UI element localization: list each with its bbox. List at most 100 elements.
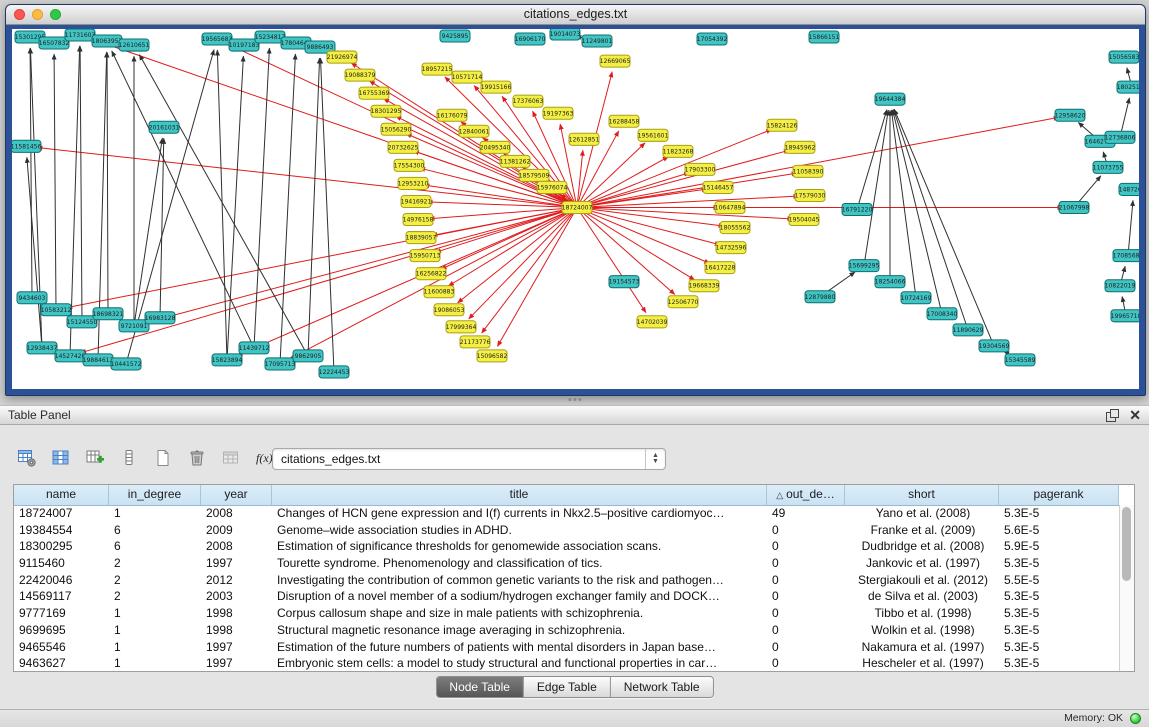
table-cell[interactable]: 22420046 (14, 572, 109, 589)
table-cell[interactable]: Yano et al. (2008) (845, 505, 999, 522)
show-columns-button[interactable] (46, 445, 76, 471)
column-header-out_de[interactable]: △out_de… (767, 485, 845, 505)
split-pane-divider[interactable] (0, 394, 1149, 405)
graph-node[interactable]: 12669065 (600, 55, 631, 67)
graph-node[interactable]: 17999364 (446, 321, 477, 333)
table-cell[interactable]: Corpus callosum shape and size in male p… (272, 605, 767, 622)
graph-node[interactable]: 10647894 (715, 201, 746, 213)
table-cell[interactable]: Genome–wide association studies in ADHD. (272, 522, 767, 539)
table-cell[interactable]: 5.3E-5 (999, 605, 1119, 622)
create-column-button[interactable] (80, 445, 110, 471)
table-cell[interactable]: 0 (767, 588, 845, 605)
delete-column-button[interactable] (182, 445, 212, 471)
table-row[interactable]: 1938455462009Genome–wide association stu… (14, 522, 1119, 539)
column-header-title[interactable]: title (272, 485, 767, 505)
table-cell[interactable]: 9463627 (14, 655, 109, 671)
graph-node[interactable]: 11823268 (663, 145, 694, 157)
table-cell[interactable]: 5.9E-5 (999, 538, 1119, 555)
table-cell[interactable]: 5.3E-5 (999, 622, 1119, 639)
graph-node[interactable]: 17376063 (513, 95, 544, 107)
table-cell[interactable]: Wolkin et al. (1998) (845, 622, 999, 639)
table-cell[interactable]: 9465546 (14, 639, 109, 656)
graph-node[interactable]: 12879880 (805, 291, 836, 303)
graph-node[interactable]: 16983128 (145, 312, 176, 324)
table-cell[interactable]: 1997 (201, 655, 272, 671)
table-cell[interactable]: 0 (767, 655, 845, 671)
graph-node[interactable]: 16906170 (515, 33, 546, 45)
graph-node[interactable]: 19014073 (550, 29, 581, 40)
table-cell[interactable]: 0 (767, 605, 845, 622)
table-cell[interactable]: 19384554 (14, 522, 109, 539)
table-cell[interactable]: 2009 (201, 522, 272, 539)
graph-node[interactable]: 11439712 (239, 342, 270, 354)
table-cell[interactable]: 6 (109, 538, 201, 555)
graph-node[interactable]: 19088379 (345, 69, 376, 81)
table-cell[interactable]: Changes of HCN gene expression and I(f) … (272, 505, 767, 522)
graph-node[interactable]: 18839057 (406, 232, 437, 244)
graph-node[interactable]: 18957215 (422, 63, 453, 75)
graph-node[interactable]: 18724007 (562, 201, 593, 213)
table-cell[interactable]: 0 (767, 572, 845, 589)
column-header-year[interactable]: year (201, 485, 272, 505)
graph-node[interactable]: 19915166 (481, 81, 512, 93)
table-cell[interactable]: Embryonic stem cells: a model to study s… (272, 655, 767, 671)
table-row[interactable]: 1830029562008Estimation of significance … (14, 538, 1119, 555)
graph-node[interactable]: 10571714 (452, 71, 483, 83)
table-cell[interactable]: 5.3E-5 (999, 555, 1119, 572)
table-cell[interactable]: 1998 (201, 622, 272, 639)
graph-node[interactable]: 21926974 (327, 51, 358, 63)
table-row[interactable]: 2242004622012Investigating the contribut… (14, 572, 1119, 589)
graph-node[interactable]: 11073755 (1093, 161, 1124, 173)
column-header-in_degree[interactable]: in_degree (109, 485, 201, 505)
window-titlebar[interactable]: citations_edges.txt (6, 5, 1145, 25)
graph-node[interactable]: 15699295 (849, 260, 880, 272)
graph-node[interactable]: 14732596 (716, 242, 747, 254)
graph-node[interactable]: 12612851 (569, 133, 600, 145)
graph-node[interactable]: 15345589 (1005, 354, 1036, 366)
graph-node[interactable]: 18254066 (875, 276, 906, 288)
table-row[interactable]: 969969511998Structural magnetic resonanc… (14, 622, 1119, 639)
table-cell[interactable]: Structural magnetic resonance image aver… (272, 622, 767, 639)
table-cell[interactable]: 2 (109, 572, 201, 589)
graph-node[interactable]: 15056583 (1109, 51, 1139, 63)
table-row[interactable]: 911546021997Tourette syndrome. Phenomeno… (14, 555, 1119, 572)
graph-node[interactable]: 19304569 (979, 340, 1010, 352)
graph-node[interactable]: 20732625 (388, 141, 419, 153)
table-cell[interactable]: Investigating the contribution of common… (272, 572, 767, 589)
table-cell[interactable]: 1 (109, 505, 201, 522)
table-cell[interactable]: 5.3E-5 (999, 588, 1119, 605)
table-cell[interactable]: 2008 (201, 505, 272, 522)
table-cell[interactable]: Jankovic et al. (1997) (845, 555, 999, 572)
vertical-scrollbar[interactable] (1119, 505, 1134, 671)
table-cell[interactable]: 49 (767, 505, 845, 522)
graph-node[interactable]: 10822019 (1105, 280, 1136, 292)
graph-node[interactable]: 15976074 (537, 181, 568, 193)
table-row[interactable]: 1456911722003Disruption of a novel membe… (14, 588, 1119, 605)
graph-node[interactable]: 18301295 (371, 105, 402, 117)
graph-node[interactable]: 12953210 (398, 177, 429, 189)
graph-node[interactable]: 11581456 (12, 140, 41, 152)
table-cell[interactable]: Dudbridge et al. (2008) (845, 538, 999, 555)
graph-node[interactable]: 12224453 (319, 366, 350, 378)
table-cell[interactable]: 5.3E-5 (999, 505, 1119, 522)
new-table-button[interactable] (148, 445, 178, 471)
graph-node[interactable]: 17095713 (265, 358, 296, 370)
graph-node[interactable]: 12506770 (668, 296, 699, 308)
table-cell[interactable]: 18724007 (14, 505, 109, 522)
graph-node[interactable]: 19644384 (875, 93, 906, 105)
graph-node[interactable]: 19504045 (789, 214, 820, 226)
network-canvas[interactable]: 1530129516507832117316031806395712610651… (12, 29, 1139, 389)
table-cell[interactable]: 5.3E-5 (999, 639, 1119, 656)
scrollbar-thumb[interactable] (1122, 507, 1131, 581)
table-row[interactable]: 946362711997Embryonic stem cells: a mode… (14, 655, 1119, 671)
table-cell[interactable]: 0 (767, 555, 845, 572)
graph-node[interactable]: 20161031 (149, 121, 180, 133)
graph-node[interactable]: 10583212 (41, 304, 72, 316)
table-cell[interactable]: 14569117 (14, 588, 109, 605)
delete-table-button[interactable] (216, 445, 246, 471)
graph-node[interactable]: 21067998 (1059, 201, 1090, 213)
table-cell[interactable]: 1 (109, 605, 201, 622)
graph-node[interactable]: 19197363 (543, 107, 574, 119)
row-height-button[interactable] (114, 445, 144, 471)
column-header-name[interactable]: name (14, 485, 109, 505)
